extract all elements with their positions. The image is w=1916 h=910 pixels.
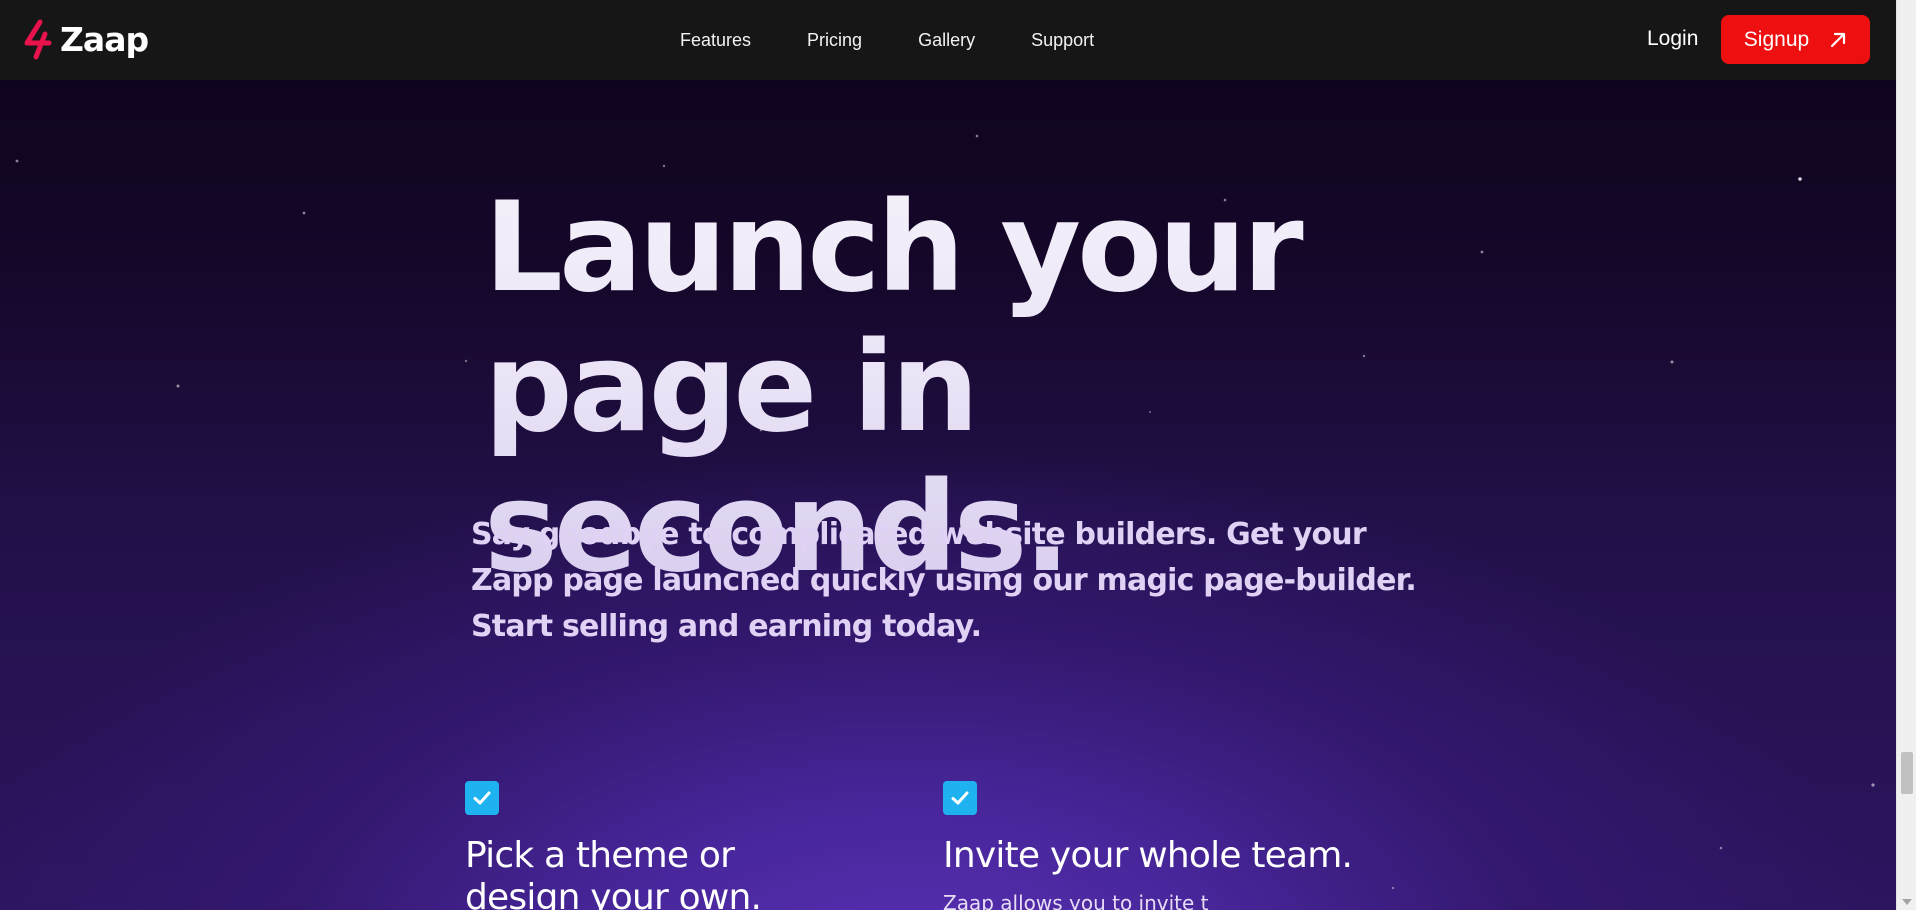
main-nav: Features Pricing Gallery Support — [680, 0, 1094, 80]
page: Zaap Features Pricing Gallery Support Lo… — [0, 0, 1916, 910]
arrow-up-right-icon — [1831, 32, 1846, 47]
feature-team: Invite your whole team. Zaap allows you … — [943, 781, 1353, 910]
feature-title: Pick a theme or design your own. — [465, 835, 762, 910]
hero-subtitle: Say goodbye to complicated website build… — [471, 512, 1417, 650]
brand-logo[interactable]: Zaap — [22, 18, 149, 60]
hero-subtitle-line-2: Zapp page launched quickly using our mag… — [471, 563, 1417, 598]
hero-section: Launch your page in seconds. Say goodbye… — [0, 80, 1896, 910]
page-scrollbar[interactable] — [1896, 0, 1916, 910]
checkmark-icon — [943, 781, 977, 815]
scrollbar-thumb[interactable] — [1901, 752, 1913, 794]
feature-title-line: design your own. — [465, 877, 762, 910]
zaap-logo-icon — [24, 19, 52, 60]
feature-description: Zaap allows you to invite t — [943, 891, 1209, 910]
hero-subtitle-line-3: Start selling and earning today. — [471, 609, 982, 644]
signup-button[interactable]: Signup — [1721, 15, 1870, 64]
nav-link-pricing[interactable]: Pricing — [807, 30, 862, 51]
checkmark-icon — [465, 781, 499, 815]
scroll-down-arrow-icon[interactable] — [1902, 899, 1912, 905]
hero-title-line-1: Launch your — [484, 176, 1300, 320]
signup-label: Signup — [1743, 27, 1810, 51]
brand-name: Zaap — [60, 19, 149, 59]
nav-link-features[interactable]: Features — [680, 30, 751, 51]
nav-link-gallery[interactable]: Gallery — [918, 30, 975, 51]
nav-link-support[interactable]: Support — [1031, 30, 1094, 51]
feature-theme: Pick a theme or design your own. — [465, 781, 762, 910]
hero-subtitle-line-1: Say goodbye to complicated website build… — [471, 517, 1367, 552]
check-glyph — [473, 791, 491, 805]
feature-title: Invite your whole team. — [943, 835, 1353, 877]
top-navbar: Zaap Features Pricing Gallery Support Lo… — [0, 0, 1896, 80]
feature-title-line: Pick a theme or — [465, 835, 735, 876]
check-glyph — [951, 791, 969, 805]
feature-title-line: Invite your whole team. — [943, 835, 1353, 876]
login-link[interactable]: Login — [1647, 27, 1698, 51]
